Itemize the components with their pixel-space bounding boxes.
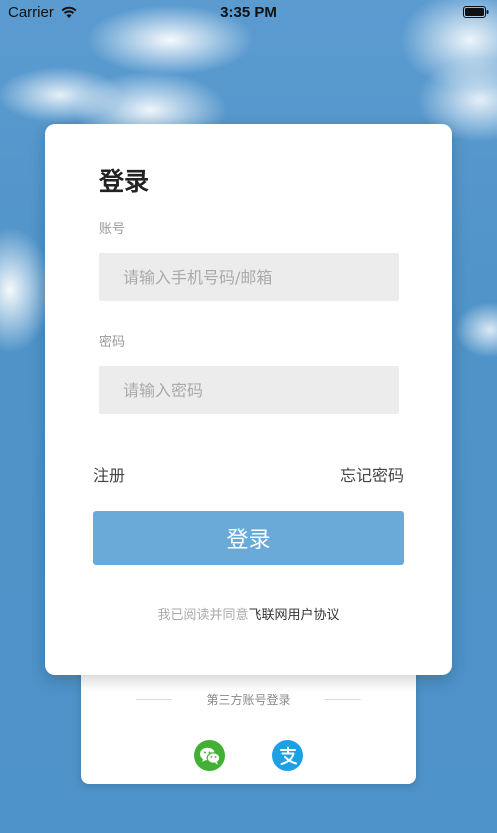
page-title: 登录 bbox=[99, 167, 150, 196]
account-label: 账号 bbox=[99, 222, 126, 237]
wechat-icon bbox=[199, 747, 220, 765]
login-card: 登录 账号 密码 注册 忘记密码 登录 我已阅读并同意飞联网用户协议 bbox=[45, 124, 452, 675]
user-agreement-link[interactable]: 飞联网用户协议 bbox=[249, 608, 340, 623]
login-button[interactable]: 登录 bbox=[93, 511, 404, 565]
third-party-header: 第三方账号登录 bbox=[81, 691, 416, 707]
alipay-login-button[interactable] bbox=[272, 740, 303, 771]
password-input[interactable] bbox=[99, 366, 399, 414]
alipay-icon bbox=[279, 746, 297, 765]
register-link[interactable]: 注册 bbox=[93, 462, 125, 486]
third-party-label: 第三方账号登录 bbox=[206, 693, 291, 707]
status-time: 3:35 PM bbox=[220, 4, 277, 21]
agreement-text: 我已阅读并同意飞联网用户协议 bbox=[45, 604, 452, 623]
status-bar: Carrier 3:35 PM bbox=[0, 0, 497, 26]
battery-icon bbox=[463, 6, 489, 18]
wechat-login-button[interactable] bbox=[194, 740, 225, 771]
divider-right bbox=[325, 699, 361, 700]
forgot-password-link[interactable]: 忘记密码 bbox=[340, 462, 404, 486]
password-label: 密码 bbox=[99, 335, 126, 350]
account-input[interactable] bbox=[99, 253, 399, 301]
agreement-prefix: 我已阅读并同意 bbox=[157, 608, 249, 623]
third-party-login-card: 第三方账号登录 bbox=[81, 660, 416, 784]
